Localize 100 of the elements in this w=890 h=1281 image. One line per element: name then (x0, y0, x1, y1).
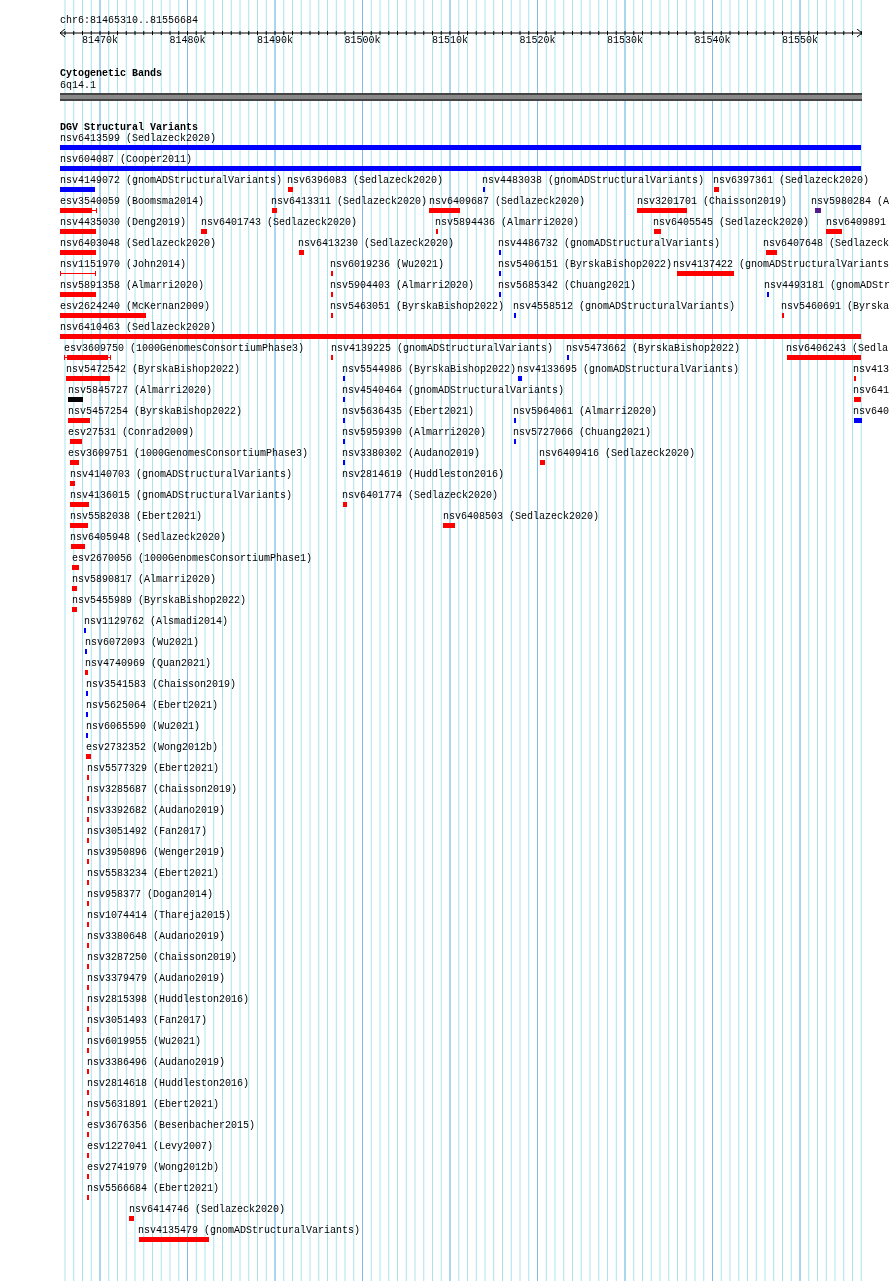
variant-label[interactable]: nsv6403048 (Sedlazeck2020) (60, 239, 217, 249)
variant-label[interactable]: nsv958377 (Dogan2014) (87, 890, 214, 900)
variant-label[interactable]: nsv413 (853, 365, 889, 375)
variant-label[interactable]: esv2670056 (1000GenomesConsortiumPhase1) (72, 554, 313, 564)
variant-label[interactable]: nsv2814619 (Huddleston2016) (342, 470, 505, 480)
variant-label[interactable]: esv3609750 (1000GenomesConsortiumPhase3) (64, 344, 305, 354)
variant-label[interactable]: nsv4740969 (Quan2021) (85, 659, 212, 669)
variant-label[interactable]: nsv6065590 (Wu2021) (86, 722, 201, 732)
variant-label[interactable]: nsv5980284 (A (811, 197, 889, 207)
variant-label[interactable]: esv2732352 (Wong2012b) (86, 743, 219, 753)
chromosome-band[interactable] (60, 93, 862, 101)
variant-label[interactable]: nsv6019236 (Wu2021) (330, 260, 445, 270)
variant-label[interactable]: nsv6410463 (Sedlazeck2020) (60, 323, 217, 333)
variant-label[interactable]: nsv4136015 (gnomADStructuralVariants) (70, 491, 293, 501)
variant-label[interactable]: nsv4137422 (gnomADStructuralVariants (673, 260, 890, 270)
chromosome-position: chr6:81465310..81556684 (60, 16, 199, 26)
variant-label[interactable]: nsv4140703 (gnomADStructuralVariants) (70, 470, 293, 480)
variant-label[interactable]: esv3676356 (Besenbacher2015) (87, 1121, 256, 1131)
variant-label[interactable]: nsv1129762 (Alsmadi2014) (84, 617, 229, 627)
variant-label[interactable]: nsv6408503 (Sedlazeck2020) (443, 512, 600, 522)
variant-label[interactable]: nsv1151970 (John2014) (60, 260, 187, 270)
variant-label[interactable]: nsv5577329 (Ebert2021) (87, 764, 220, 774)
variant-label[interactable]: esv1227041 (Levy2007) (87, 1142, 214, 1152)
variant-label[interactable]: nsv5544986 (ByrskaBishop2022) (342, 365, 517, 375)
variant-label[interactable]: nsv5894436 (Almarri2020) (435, 218, 580, 228)
variant-label[interactable]: nsv5566684 (Ebert2021) (87, 1184, 220, 1194)
variant-label[interactable]: nsv2815398 (Huddleston2016) (87, 995, 250, 1005)
variant-label[interactable]: nsv5406151 (ByrskaBishop2022) (498, 260, 673, 270)
variant-bar[interactable] (64, 355, 111, 360)
variant-bar[interactable] (60, 208, 97, 213)
variant-label[interactable]: nsv6409891 (826, 218, 886, 228)
variant-label[interactable]: nsv6407648 (Sedlazeck (763, 239, 890, 249)
variant-label[interactable]: nsv5473662 (ByrskaBishop2022) (566, 344, 741, 354)
variant-label[interactable]: nsv6397361 (Sedlazeck2020) (713, 176, 870, 186)
variant-label[interactable]: nsv4483038 (gnomADStructuralVariants) (482, 176, 705, 186)
variant-label[interactable]: nsv4133695 (gnomADStructuralVariants) (517, 365, 740, 375)
variant-label[interactable]: nsv6413230 (Sedlazeck2020) (298, 239, 455, 249)
variant-label[interactable]: nsv3287250 (Chaisson2019) (87, 953, 238, 963)
variant-label[interactable]: nsv6396083 (Sedlazeck2020) (287, 176, 444, 186)
variant-label[interactable]: nsv6405545 (Sedlazeck2020) (653, 218, 810, 228)
variant-label[interactable]: nsv6401743 (Sedlazeck2020) (201, 218, 358, 228)
variant-label[interactable]: nsv5904403 (Almarri2020) (330, 281, 475, 291)
variant-label[interactable]: esv2624240 (McKernan2009) (60, 302, 211, 312)
variant-label[interactable]: nsv6072093 (Wu2021) (85, 638, 200, 648)
variant-label[interactable]: nsv5583234 (Ebert2021) (87, 869, 220, 879)
variant-label[interactable]: nsv4493181 (gnomADStr (764, 281, 890, 291)
variant-label[interactable]: nsv6405948 (Sedlazeck2020) (70, 533, 227, 543)
variant-label[interactable]: nsv3201701 (Chaisson2019) (637, 197, 788, 207)
variant-label[interactable]: nsv5959390 (Almarri2020) (342, 428, 487, 438)
variant-label[interactable]: nsv1074414 (Thareja2015) (87, 911, 232, 921)
variant-label[interactable]: nsv6413311 (Sedlazeck2020) (271, 197, 428, 207)
variant-label[interactable]: nsv4435030 (Deng2019) (60, 218, 187, 228)
variant-label[interactable]: nsv6401774 (Sedlazeck2020) (342, 491, 499, 501)
variant-label[interactable]: nsv5636435 (Ebert2021) (342, 407, 475, 417)
variant-label[interactable]: nsv3380648 (Audano2019) (87, 932, 226, 942)
variant-label[interactable]: nsv3950896 (Wenger2019) (87, 848, 226, 858)
ruler-tick-label: 81500k (344, 36, 381, 46)
variant-label[interactable]: esv27531 (Conrad2009) (68, 428, 195, 438)
variant-label[interactable]: nsv641 (853, 386, 889, 396)
variant-label[interactable]: nsv4139225 (gnomADStructuralVariants) (331, 344, 554, 354)
variant-label[interactable]: nsv5964061 (Almarri2020) (513, 407, 658, 417)
variant-label[interactable]: nsv6409687 (Sedlazeck2020) (429, 197, 586, 207)
variant-label[interactable]: nsv6413599 (Sedlazeck2020) (60, 134, 217, 144)
variant-label[interactable]: nsv3380302 (Audano2019) (342, 449, 481, 459)
variant-label[interactable]: nsv6406243 (Sedla (786, 344, 889, 354)
variant-label[interactable]: esv3609751 (1000GenomesConsortiumPhase3) (68, 449, 309, 459)
variant-label[interactable]: nsv3379479 (Audano2019) (87, 974, 226, 984)
variant-label[interactable]: nsv3051492 (Fan2017) (87, 827, 208, 837)
variant-label[interactable]: nsv6414746 (Sedlazeck2020) (129, 1205, 286, 1215)
variant-label[interactable]: nsv4540464 (gnomADStructuralVariants) (342, 386, 565, 396)
variant-label[interactable]: nsv5890817 (Almarri2020) (72, 575, 217, 585)
variant-label[interactable]: nsv5727066 (Chuang2021) (513, 428, 652, 438)
variant-label[interactable]: nsv5463051 (ByrskaBishop2022) (330, 302, 505, 312)
variant-label[interactable]: esv3540059 (Boomsma2014) (60, 197, 205, 207)
variant-label[interactable]: nsv4558512 (gnomADStructuralVariants) (513, 302, 736, 312)
variant-label[interactable]: nsv3051493 (Fan2017) (87, 1016, 208, 1026)
variant-label[interactable]: nsv5845727 (Almarri2020) (68, 386, 213, 396)
variant-label[interactable]: nsv5685342 (Chuang2021) (498, 281, 637, 291)
variant-label[interactable]: nsv4486732 (gnomADStructuralVariants) (498, 239, 721, 249)
variant-label[interactable]: nsv604087 (Cooper2011) (60, 155, 193, 165)
variant-label[interactable]: nsv6019955 (Wu2021) (87, 1037, 202, 1047)
variant-label[interactable]: nsv3541583 (Chaisson2019) (86, 680, 237, 690)
variant-label[interactable]: nsv5582038 (Ebert2021) (70, 512, 203, 522)
variant-label[interactable]: nsv5631891 (Ebert2021) (87, 1100, 220, 1110)
variant-label[interactable]: nsv5457254 (ByrskaBishop2022) (68, 407, 243, 417)
variant-label[interactable]: nsv2814618 (Huddleston2016) (87, 1079, 250, 1089)
variant-label[interactable]: nsv5455989 (ByrskaBishop2022) (72, 596, 247, 606)
variant-label[interactable]: nsv5460691 (Byrska (781, 302, 890, 312)
variant-label[interactable]: nsv4135479 (gnomADStructuralVariants) (138, 1226, 361, 1236)
variant-label[interactable]: nsv6409416 (Sedlazeck2020) (539, 449, 696, 459)
variant-label[interactable]: nsv3386496 (Audano2019) (87, 1058, 226, 1068)
variant-label[interactable]: nsv5625064 (Ebert2021) (86, 701, 219, 711)
variant-label[interactable]: nsv5472542 (ByrskaBishop2022) (66, 365, 241, 375)
variant-label[interactable]: nsv5891358 (Almarri2020) (60, 281, 205, 291)
variant-label[interactable]: nsv4149072 (gnomADStructuralVariants) (60, 176, 283, 186)
variant-bar[interactable] (60, 271, 96, 276)
variant-label[interactable]: nsv3392682 (Audano2019) (87, 806, 226, 816)
variant-label[interactable]: nsv640 (853, 407, 889, 417)
variant-label[interactable]: esv2741979 (Wong2012b) (87, 1163, 220, 1173)
variant-label[interactable]: nsv3285687 (Chaisson2019) (87, 785, 238, 795)
